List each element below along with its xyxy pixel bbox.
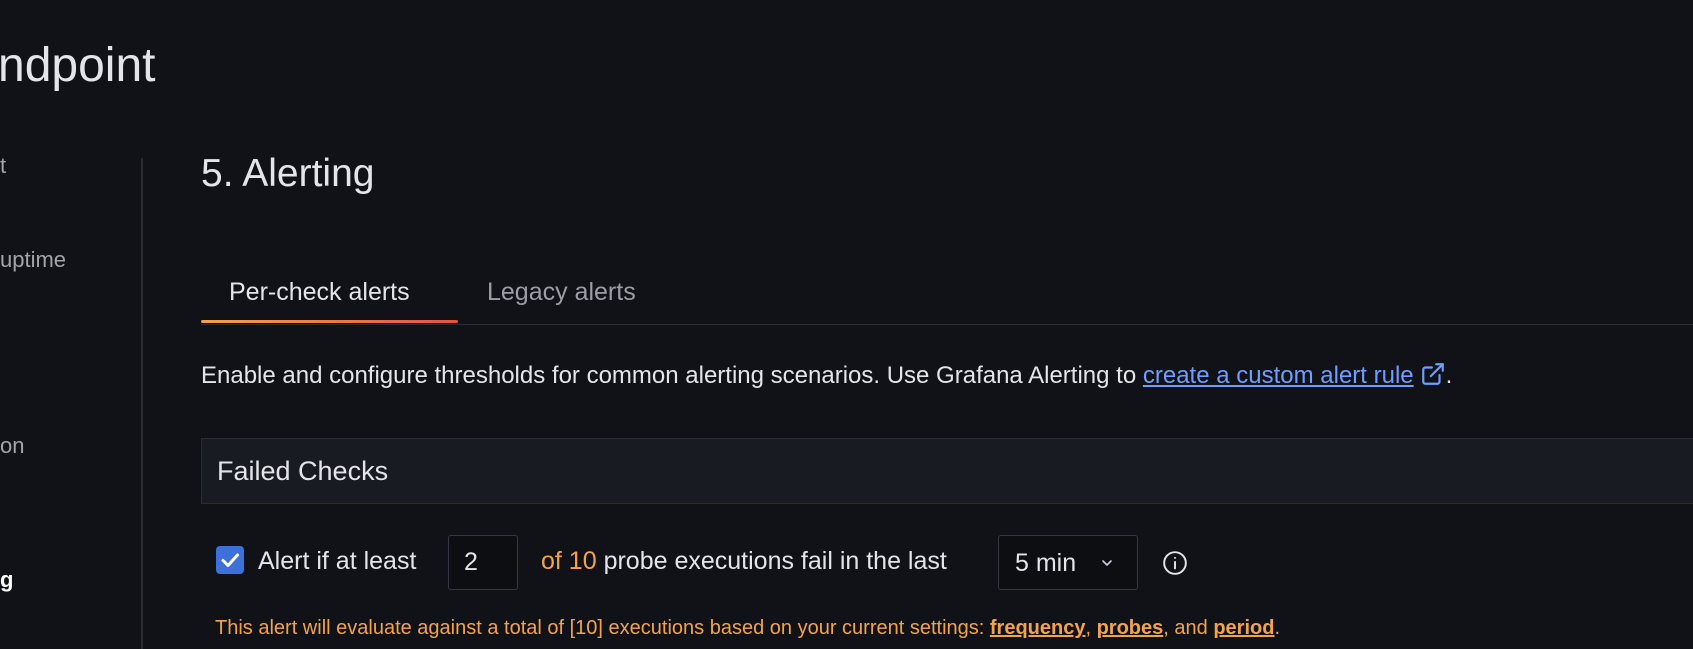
- active-tab-indicator: [201, 320, 458, 323]
- total-executions-label: of 10: [541, 547, 597, 575]
- description-suffix: .: [1445, 362, 1453, 389]
- tab-per-check-alerts[interactable]: Per-check alerts: [229, 278, 410, 307]
- failed-threshold-input[interactable]: [448, 535, 518, 590]
- note-suffix: .: [1274, 617, 1281, 639]
- probe-executions-text: probe executions fail in the last: [603, 547, 947, 575]
- info-circle-icon[interactable]: [1162, 550, 1188, 581]
- sidebar-item-uptime[interactable]: uptime: [0, 247, 66, 273]
- alert-prefix-label: Alert if at least: [258, 547, 417, 575]
- description-text: Enable and configure thresholds for comm…: [201, 362, 1143, 389]
- tab-legacy-alerts[interactable]: Legacy alerts: [487, 278, 636, 307]
- sidebar-item-alerting[interactable]: g: [0, 567, 13, 593]
- failed-checks-panel-header: Failed Checks: [201, 438, 1693, 504]
- page-title: ndpoint: [0, 39, 156, 92]
- period-select[interactable]: 5 min: [998, 535, 1138, 590]
- custom-alert-rule-link[interactable]: create a custom alert rule: [1143, 362, 1414, 389]
- alert-condition-label: of 10 probe executions fail in the last: [541, 547, 947, 576]
- chevron-down-icon: [1102, 560, 1112, 566]
- note-separator-1: ,: [1085, 617, 1097, 639]
- alerting-description: Enable and configure thresholds for comm…: [201, 361, 1452, 394]
- sidebar-divider: [141, 158, 143, 649]
- period-link[interactable]: period: [1213, 617, 1274, 639]
- probes-link[interactable]: probes: [1097, 617, 1164, 639]
- failed-checks-enable-checkbox[interactable]: [216, 546, 244, 574]
- page: ndpoint t uptime on g 5. Alerting Per-ch…: [0, 0, 1693, 649]
- failed-checks-title: Failed Checks: [217, 456, 389, 486]
- note-separator-2: , and: [1163, 617, 1214, 639]
- evaluation-note: This alert will evaluate against a total…: [215, 617, 1280, 640]
- sidebar-item-1[interactable]: t: [0, 153, 6, 179]
- frequency-link[interactable]: frequency: [990, 617, 1086, 639]
- external-link-icon[interactable]: [1420, 361, 1446, 394]
- period-select-value: 5 min: [1015, 549, 1077, 577]
- sidebar-item-on[interactable]: on: [0, 433, 24, 459]
- evaluation-note-text: This alert will evaluate against a total…: [215, 617, 990, 639]
- section-title: 5. Alerting: [201, 152, 375, 195]
- alert-tabs: Per-check alerts Legacy alerts: [201, 268, 1693, 325]
- check-icon: [221, 553, 239, 567]
